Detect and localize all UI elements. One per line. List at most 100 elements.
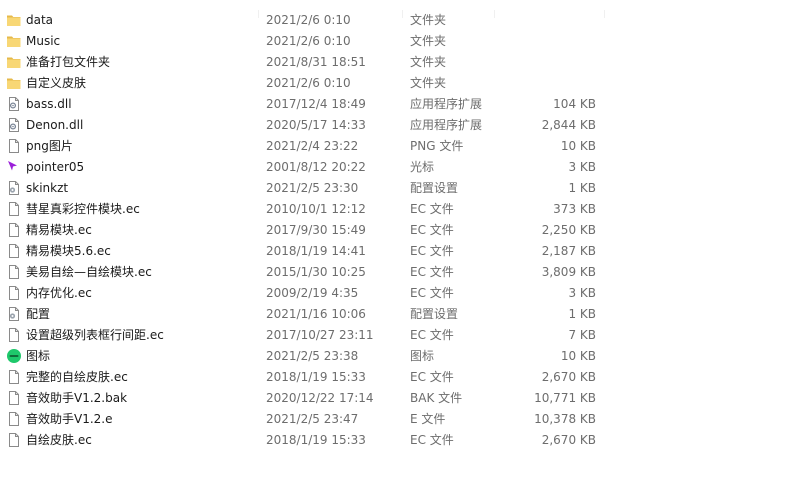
file-size: 373 KB [553, 202, 596, 216]
file-size: 1 KB [568, 181, 596, 195]
file-icon [6, 222, 22, 238]
config-icon [6, 306, 22, 322]
file-type: EC 文件 [410, 202, 454, 216]
file-modified-date: 2021/8/31 18:51 [266, 55, 366, 69]
file-size: 2,844 KB [541, 118, 596, 132]
file-type: 配置设置 [410, 307, 459, 321]
file-size: 2,670 KB [541, 370, 596, 384]
dll-icon [6, 117, 22, 133]
file-icon [6, 390, 22, 406]
file-name[interactable]: skinkzt [26, 178, 256, 199]
file-row[interactable]: Music 2021/2/6 0:10 文件夹 [0, 31, 801, 52]
file-type: 文件夹 [410, 34, 447, 48]
file-size: 2,187 KB [541, 244, 596, 258]
folder-icon [6, 54, 22, 70]
file-type: 文件夹 [410, 13, 447, 27]
file-name[interactable]: 精易模块.ec [26, 220, 256, 241]
folder-icon [6, 75, 22, 91]
file-name[interactable]: 音效助手V1.2.e [26, 409, 256, 430]
file-name[interactable]: Denon.dll [26, 115, 256, 136]
file-size: 104 KB [553, 97, 596, 111]
file-type: 配置设置 [410, 181, 459, 195]
file-modified-date: 2021/2/6 0:10 [266, 76, 351, 90]
file-name[interactable]: 设置超级列表框行间距.ec [26, 325, 256, 346]
file-row[interactable]: png图片 2021/2/4 23:22 PNG 文件 10 KB [0, 136, 801, 157]
file-name[interactable]: 配置 [26, 304, 256, 325]
file-modified-date: 2015/1/30 10:25 [266, 265, 366, 279]
file-row[interactable]: skinkzt 2021/2/5 23:30 配置设置 1 KB [0, 178, 801, 199]
file-size: 10 KB [560, 139, 596, 153]
file-name[interactable]: 音效助手V1.2.bak [26, 388, 256, 409]
file-modified-date: 2018/1/19 14:41 [266, 244, 366, 258]
file-modified-date: 2001/8/12 20:22 [266, 160, 366, 174]
file-type: E 文件 [410, 412, 446, 426]
file-size: 3 KB [568, 160, 596, 174]
file-name[interactable]: 内存优化.ec [26, 283, 256, 304]
file-modified-date: 2021/2/4 23:22 [266, 139, 359, 153]
file-row[interactable]: pointer05 2001/8/12 20:22 光标 3 KB [0, 157, 801, 178]
file-modified-date: 2021/2/5 23:47 [266, 412, 359, 426]
file-list: data 2021/2/6 0:10 文件夹 Music 2021/2/6 0:10 文件… [0, 10, 801, 451]
file-type: 文件夹 [410, 55, 447, 69]
file-row[interactable]: 精易模块5.6.ec 2018/1/19 14:41 EC 文件 2,187 KB [0, 241, 801, 262]
file-icon [6, 411, 22, 427]
file-name[interactable]: png图片 [26, 136, 256, 157]
file-icon [6, 138, 22, 154]
file-modified-date: 2017/10/27 23:11 [266, 328, 374, 342]
file-type: EC 文件 [410, 433, 454, 447]
file-row[interactable]: 准备打包文件夹 2021/8/31 18:51 文件夹 [0, 52, 801, 73]
file-modified-date: 2017/12/4 18:49 [266, 97, 366, 111]
file-row[interactable]: bass.dll 2017/12/4 18:49 应用程序扩展 104 KB [0, 94, 801, 115]
file-size: 10,771 KB [534, 391, 596, 405]
file-icon [6, 243, 22, 259]
file-row[interactable]: 自定义皮肤 2021/2/6 0:10 文件夹 [0, 73, 801, 94]
file-type: 应用程序扩展 [410, 118, 483, 132]
file-icon [6, 369, 22, 385]
file-row[interactable]: 彗星真彩控件模块.ec 2010/10/1 12:12 EC 文件 373 KB [0, 199, 801, 220]
file-type: BAK 文件 [410, 391, 463, 405]
file-modified-date: 2020/12/22 17:14 [266, 391, 374, 405]
file-type: EC 文件 [410, 328, 454, 342]
file-name[interactable]: Music [26, 31, 256, 52]
app-icon [6, 348, 22, 364]
file-name[interactable]: 准备打包文件夹 [26, 52, 256, 73]
file-row[interactable]: 完整的自绘皮肤.ec 2018/1/19 15:33 EC 文件 2,670 KB [0, 367, 801, 388]
file-icon [6, 327, 22, 343]
file-row[interactable]: 精易模块.ec 2017/9/30 15:49 EC 文件 2,250 KB [0, 220, 801, 241]
dll-icon [6, 96, 22, 112]
file-row[interactable]: 自绘皮肤.ec 2018/1/19 15:33 EC 文件 2,670 KB [0, 430, 801, 451]
file-name[interactable]: 自定义皮肤 [26, 73, 256, 94]
file-name[interactable]: 美易自绘—自绘模块.ec [26, 262, 256, 283]
file-name[interactable]: 图标 [26, 346, 256, 367]
file-size: 3 KB [568, 286, 596, 300]
file-modified-date: 2021/2/6 0:10 [266, 34, 351, 48]
file-row[interactable]: 设置超级列表框行间距.ec 2017/10/27 23:11 EC 文件 7 KB [0, 325, 801, 346]
file-row[interactable]: 配置 2021/1/16 10:06 配置设置 1 KB [0, 304, 801, 325]
file-row[interactable]: 内存优化.ec 2009/2/19 4:35 EC 文件 3 KB [0, 283, 801, 304]
file-row[interactable]: Denon.dll 2020/5/17 14:33 应用程序扩展 2,844 KB [0, 115, 801, 136]
file-name[interactable]: 精易模块5.6.ec [26, 241, 256, 262]
file-row[interactable]: 美易自绘—自绘模块.ec 2015/1/30 10:25 EC 文件 3,809 KB [0, 262, 801, 283]
file-modified-date: 2017/9/30 15:49 [266, 223, 366, 237]
file-name[interactable]: bass.dll [26, 94, 256, 115]
file-row[interactable]: 音效助手V1.2.e 2021/2/5 23:47 E 文件 10,378 KB [0, 409, 801, 430]
file-name[interactable]: pointer05 [26, 157, 256, 178]
file-type: EC 文件 [410, 265, 454, 279]
file-name[interactable]: 彗星真彩控件模块.ec [26, 199, 256, 220]
file-icon [6, 285, 22, 301]
file-name[interactable]: 完整的自绘皮肤.ec [26, 367, 256, 388]
file-size: 10,378 KB [534, 412, 596, 426]
file-row[interactable]: 音效助手V1.2.bak 2020/12/22 17:14 BAK 文件 10,771… [0, 388, 801, 409]
file-type: EC 文件 [410, 223, 454, 237]
file-modified-date: 2020/5/17 14:33 [266, 118, 366, 132]
file-row[interactable]: 图标 2021/2/5 23:38 图标 10 KB [0, 346, 801, 367]
folder-icon [6, 33, 22, 49]
file-name[interactable]: 自绘皮肤.ec [26, 430, 256, 451]
file-modified-date: 2021/1/16 10:06 [266, 307, 366, 321]
file-modified-date: 2021/2/5 23:38 [266, 349, 359, 363]
file-size: 2,670 KB [541, 433, 596, 447]
file-type: 文件夹 [410, 76, 447, 90]
file-row[interactable]: data 2021/2/6 0:10 文件夹 [0, 10, 801, 31]
file-name[interactable]: data [26, 10, 256, 31]
file-size: 2,250 KB [541, 223, 596, 237]
